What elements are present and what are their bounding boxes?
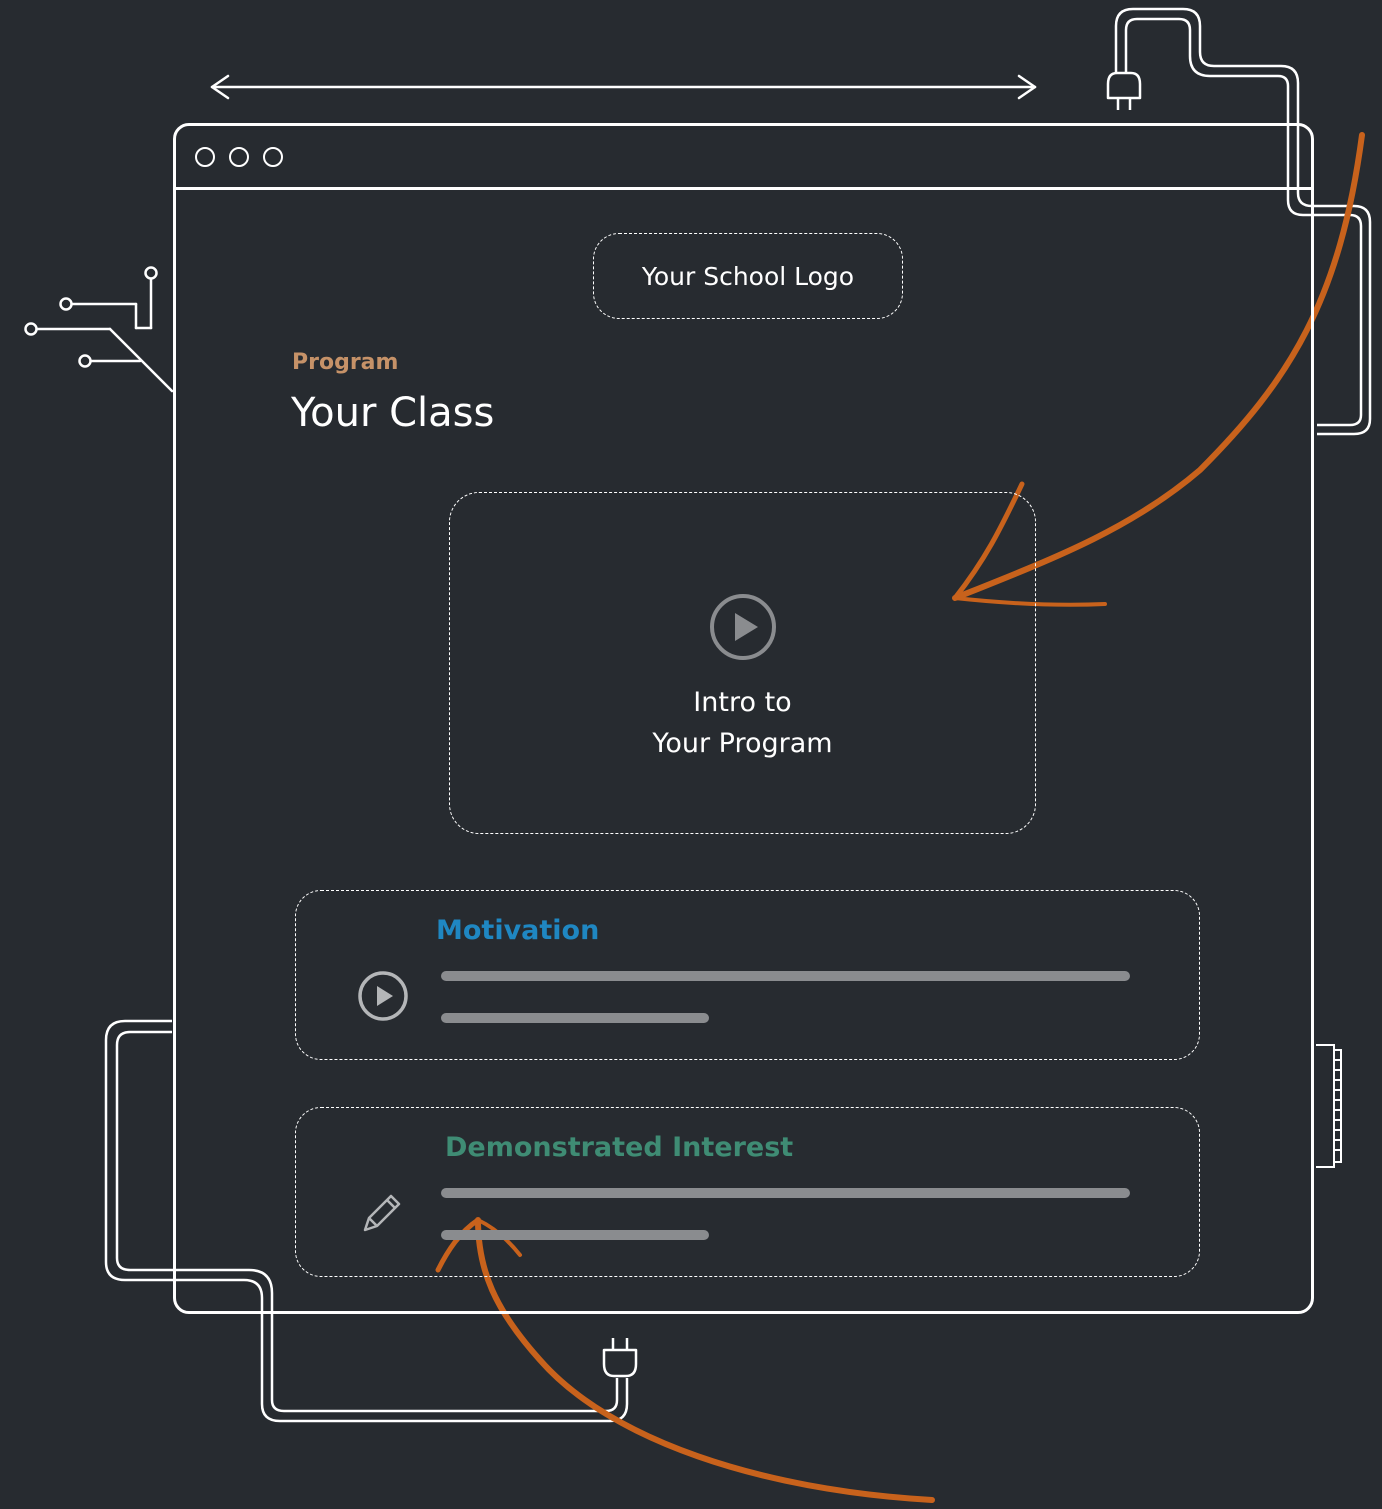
window-titlebar (176, 126, 1311, 190)
demonstrated-interest-card[interactable]: Demonstrated Interest (295, 1107, 1200, 1277)
side-connector (1316, 1044, 1342, 1168)
video-caption-line2: Your Program (652, 728, 833, 759)
logo-label: Your School Logo (641, 261, 855, 291)
text-placeholder-bar (441, 1188, 1130, 1198)
play-circle-icon[interactable] (356, 969, 410, 1023)
card-title: Motivation (436, 915, 600, 946)
window-dot-icon (195, 147, 215, 167)
page-title: Your Class (291, 390, 495, 436)
plug-icon (1106, 71, 1142, 110)
width-arrow-icon (210, 74, 1037, 100)
text-placeholder-bar (441, 971, 1130, 981)
intro-video-card[interactable]: Intro to Your Program (449, 492, 1036, 834)
motivation-card[interactable]: Motivation (295, 890, 1200, 1060)
program-eyebrow: Program (292, 350, 399, 375)
circuit-traces (24, 266, 174, 393)
video-caption: Intro to Your Program (450, 682, 1035, 764)
school-logo-placeholder: Your School Logo (593, 233, 903, 319)
play-circle-icon[interactable] (708, 592, 778, 662)
window-dot-icon (229, 147, 249, 167)
video-caption-line1: Intro to (693, 687, 792, 718)
pencil-icon[interactable] (359, 1188, 407, 1236)
window-dot-icon (263, 147, 283, 167)
card-title: Demonstrated Interest (445, 1132, 794, 1163)
plug-icon (602, 1338, 638, 1378)
text-placeholder-bar (441, 1013, 709, 1023)
text-placeholder-bar (441, 1230, 709, 1240)
